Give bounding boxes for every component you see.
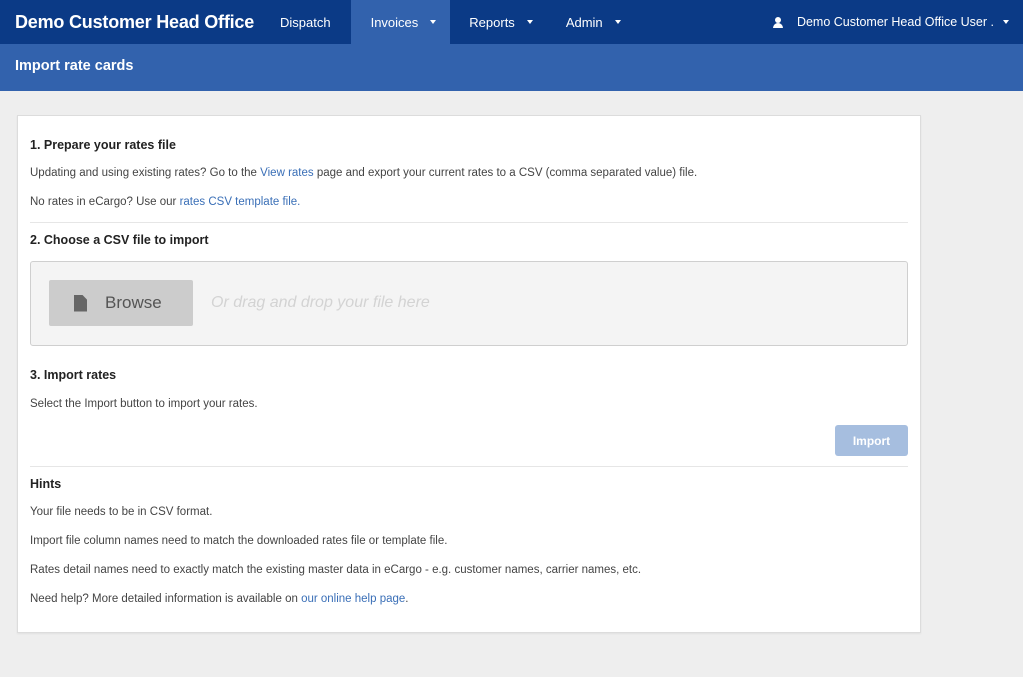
step3-title: 3. Import rates xyxy=(30,368,117,382)
hint-item: Rates detail names need to exactly match… xyxy=(30,564,642,576)
drop-hint: Or drag and drop your file here xyxy=(211,294,430,311)
step3-description: Select the Import button to import your … xyxy=(30,398,258,410)
import-button[interactable]: Import xyxy=(835,425,908,456)
browse-button[interactable]: Browse xyxy=(49,280,193,326)
nav-reports[interactable]: Reports xyxy=(469,0,533,44)
caret-down-icon xyxy=(614,20,621,24)
divider xyxy=(30,466,908,467)
file-icon xyxy=(74,294,87,312)
step2-title: 2. Choose a CSV file to import xyxy=(30,233,209,247)
hint-item: Import file column names need to match t… xyxy=(30,535,448,547)
rates-template-link[interactable]: rates CSV template file. xyxy=(180,196,301,208)
file-dropzone[interactable]: Browse Or drag and drop your file here xyxy=(30,261,908,346)
nav-admin-label: Admin xyxy=(565,14,603,30)
app-title[interactable]: Demo Customer Head Office xyxy=(0,12,263,33)
nav-invoices[interactable]: Invoices xyxy=(350,0,451,44)
nav-admin[interactable]: Admin xyxy=(566,0,621,44)
nav-reports-label: Reports xyxy=(469,14,515,30)
nav-dispatch-label: Dispatch xyxy=(280,14,331,30)
caret-down-icon xyxy=(526,20,533,24)
import-panel: 1. Prepare your rates file Updating and … xyxy=(17,115,921,633)
top-navbar: Demo Customer Head Office Dispatch Invoi… xyxy=(0,0,1023,44)
view-rates-link[interactable]: View rates xyxy=(260,167,313,179)
online-help-link[interactable]: our online help page xyxy=(301,593,405,605)
hints-title: Hints xyxy=(30,477,62,491)
help-text: Need help? More detailed information is … xyxy=(30,593,409,605)
user-menu[interactable]: Demo Customer Head Office User . xyxy=(772,0,1009,44)
caret-down-icon xyxy=(1003,20,1009,24)
step1-existing-rates-text: Updating and using existing rates? Go to… xyxy=(30,167,698,179)
page-header: Import rate cards xyxy=(0,44,1023,91)
nav-invoices-label: Invoices xyxy=(370,14,419,30)
divider xyxy=(30,222,908,223)
step1-no-rates-text: No rates in eCargo? Use our rates CSV te… xyxy=(30,196,301,208)
browse-button-label: Browse xyxy=(105,293,162,312)
page-title: Import rate cards xyxy=(15,58,134,74)
caret-down-icon xyxy=(430,20,437,24)
user-icon xyxy=(772,16,783,28)
nav-dispatch[interactable]: Dispatch xyxy=(263,0,351,44)
hint-item: Your file needs to be in CSV format. xyxy=(30,506,213,518)
user-menu-label: Demo Customer Head Office User . xyxy=(796,15,994,29)
step1-title: 1. Prepare your rates file xyxy=(30,138,176,152)
